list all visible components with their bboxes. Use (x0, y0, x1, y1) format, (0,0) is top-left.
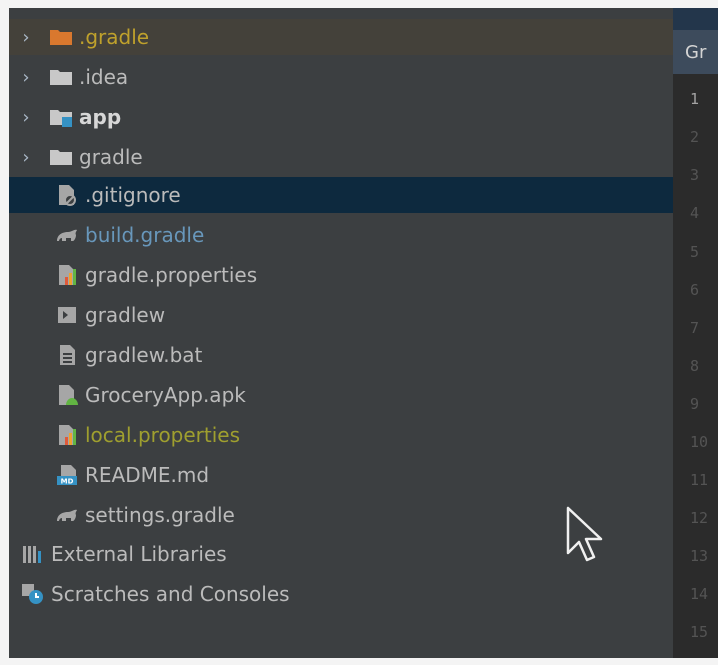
tree-item-gradlew-bat[interactable]: gradlew.bat (9, 337, 673, 373)
svg-text:MD: MD (61, 478, 74, 486)
line-number: 1 (690, 90, 700, 108)
window-frame-top (0, 0, 718, 8)
tree-item-groceryapp-apk[interactable]: GroceryApp.apk (9, 377, 673, 413)
tree-item-label: .gitignore (85, 183, 181, 207)
module-folder-icon (49, 106, 73, 128)
tree-item-label: settings.gradle (85, 503, 235, 527)
line-number: 7 (690, 319, 700, 337)
tree-item-label: gradle.properties (85, 263, 258, 287)
tree-item-label: build.gradle (85, 223, 205, 247)
tree-item-gitignore[interactable]: .gitignore (9, 177, 673, 213)
line-number: 4 (690, 204, 700, 222)
folder-icon (49, 26, 73, 48)
line-number: 6 (690, 281, 700, 299)
tree-item-scratches-and-consoles[interactable]: Scratches and Consoles (9, 576, 673, 612)
mouse-pointer-icon (566, 506, 603, 562)
tree-item-idea[interactable]: › .idea (9, 59, 673, 95)
libraries-icon (21, 543, 45, 565)
tree-item-label: app (79, 105, 122, 129)
tree-item-label: gradle (79, 145, 143, 169)
chevron-right-icon[interactable]: › (19, 67, 33, 88)
properties-file-icon (55, 424, 79, 446)
line-number: 10 (690, 433, 709, 451)
tree-item-local-properties[interactable]: local.properties (9, 417, 673, 453)
text-file-icon (55, 344, 79, 366)
gitignore-file-icon (55, 184, 79, 206)
line-number: 9 (690, 395, 700, 413)
tree-item-build-gradle[interactable]: build.gradle (9, 217, 673, 253)
tree-item-readme-md[interactable]: MD README.md (9, 457, 673, 493)
gradle-elephant-icon (55, 504, 79, 526)
chevron-right-icon[interactable]: › (19, 107, 33, 128)
tree-item-label: External Libraries (51, 542, 227, 566)
window-frame-left (0, 0, 9, 665)
tree-item-label: GroceryApp.apk (85, 383, 246, 407)
tree-item-app[interactable]: › app (9, 99, 673, 135)
line-number: 13 (690, 547, 709, 565)
tree-item-label: .gradle (79, 25, 150, 49)
line-number: 8 (690, 357, 700, 375)
tree-item-label: .idea (79, 65, 129, 89)
properties-file-icon (55, 264, 79, 286)
line-number: 5 (690, 243, 700, 261)
tree-item-label: gradlew (85, 303, 166, 327)
tree-item-dot-gradle[interactable]: › .gradle (9, 19, 673, 55)
line-number: 12 (690, 509, 709, 527)
window-frame-bottom (0, 658, 718, 665)
line-number: 14 (690, 585, 709, 603)
tree-item-label: Scratches and Consoles (51, 582, 290, 606)
line-number: 15 (690, 623, 709, 641)
tree-item-label: README.md (85, 463, 210, 487)
tree-item-gradlew[interactable]: gradlew (9, 297, 673, 333)
chevron-right-icon[interactable]: › (19, 147, 33, 168)
line-number: 3 (690, 166, 700, 184)
scratches-icon (21, 583, 45, 605)
tree-item-gradle[interactable]: › gradle (9, 139, 673, 175)
editor-tab-label: Gr (685, 41, 707, 63)
folder-icon (49, 146, 73, 168)
markdown-file-icon: MD (55, 464, 79, 486)
tree-item-label: gradlew.bat (85, 343, 203, 367)
gradle-elephant-icon (55, 224, 79, 246)
terminal-file-icon (55, 304, 79, 326)
editor-tab-bar (673, 8, 718, 30)
folder-icon (49, 66, 73, 88)
tree-item-label: local.properties (85, 423, 241, 447)
editor-tab[interactable]: Gr (673, 30, 718, 74)
line-number: 11 (690, 471, 709, 489)
chevron-right-icon[interactable]: › (19, 27, 33, 48)
apk-file-icon (55, 384, 79, 406)
tree-item-gradle-properties[interactable]: gradle.properties (9, 257, 673, 293)
project-tree[interactable]: › .gradle › .idea › app › gradle .gitign… (9, 8, 673, 658)
line-number: 2 (690, 128, 700, 146)
